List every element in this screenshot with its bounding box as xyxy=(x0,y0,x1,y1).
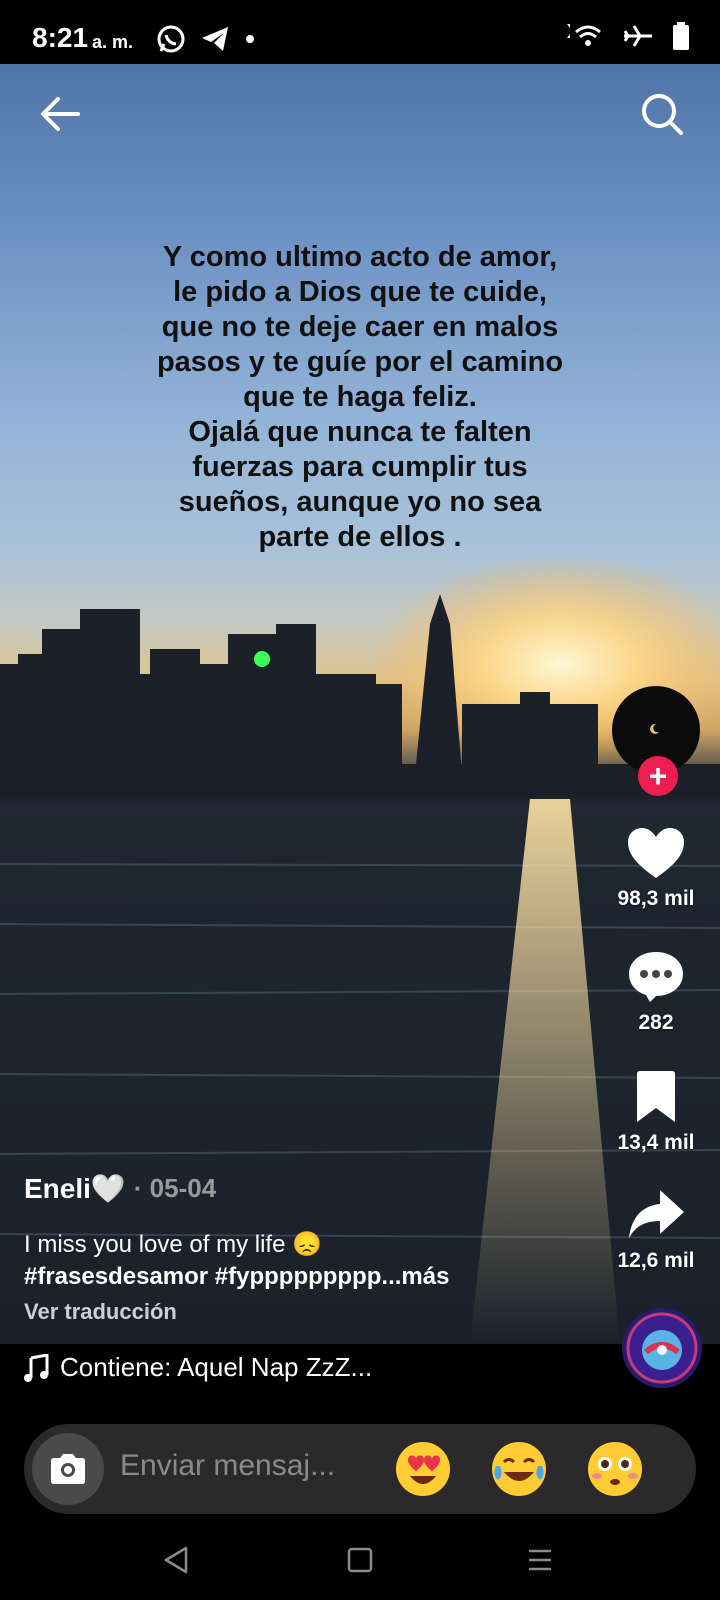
nav-back-button[interactable] xyxy=(158,1542,194,1578)
back-arrow-icon xyxy=(41,97,80,131)
overlay-paragraph-1: Y como ultimo acto de amor, le pido a Di… xyxy=(156,241,564,413)
comment-button[interactable]: 282 xyxy=(606,948,706,1035)
heart-eyes-emoji-icon[interactable] xyxy=(394,1440,452,1498)
more-notifications-dot-icon xyxy=(246,35,254,43)
save-count: 13,4 mil xyxy=(617,1131,695,1154)
flushed-emoji-icon[interactable] xyxy=(586,1440,644,1498)
telegram-icon xyxy=(202,27,228,51)
whatsapp-icon xyxy=(157,25,185,53)
caption-hashtags[interactable]: #frasesdesamor #fyppppppppp...más xyxy=(24,1261,584,1293)
video-overlay-text: Y como ultimo acto de amor, le pido a Di… xyxy=(150,240,570,555)
creator-avatar-group: + xyxy=(612,686,700,796)
overlay-paragraph-2: Ojalá que nunca te falten fuerzas para c… xyxy=(178,416,542,553)
post-date: · 05-04 xyxy=(133,1173,217,1203)
system-navigation-bar xyxy=(0,1520,720,1600)
music-disc[interactable] xyxy=(622,1308,702,1388)
music-label: Contiene: Aquel Nap ZzZ... xyxy=(60,1352,373,1382)
heart-icon xyxy=(628,828,684,878)
status-bar: 8:21 a. m. xyxy=(0,0,720,64)
caption-description: I miss you love of my life 😞 #frasesdesa… xyxy=(24,1229,584,1293)
music-disc-art-icon xyxy=(626,1312,698,1384)
tears-of-joy-emoji-icon[interactable] xyxy=(490,1440,548,1498)
search-button[interactable] xyxy=(634,86,690,142)
nav-back-triangle-icon xyxy=(164,1546,188,1574)
camera-button[interactable] xyxy=(32,1433,104,1505)
wifi-icon xyxy=(567,24,601,46)
system-icons xyxy=(564,22,690,50)
comment-bubble-icon xyxy=(629,952,683,1002)
message-bar: Enviar mensaj... xyxy=(24,1424,696,1514)
green-light xyxy=(254,651,270,667)
author-name[interactable]: Eneli🤍 xyxy=(24,1172,126,1205)
share-arrow-icon xyxy=(629,1190,684,1238)
video-caption: Eneli🤍 · 05-04 I miss you love of my lif… xyxy=(24,1172,584,1325)
music-info[interactable]: Contiene: Aquel Nap ZzZ... xyxy=(24,1352,372,1383)
status-time: 8:21 xyxy=(32,22,89,53)
notification-icons xyxy=(156,24,256,54)
nav-menu-lines-icon xyxy=(529,1549,551,1571)
nav-home-button[interactable] xyxy=(342,1542,378,1578)
like-count: 98,3 mil xyxy=(617,887,695,910)
comment-count: 282 xyxy=(638,1011,674,1034)
music-note-icon xyxy=(24,1353,49,1382)
save-button[interactable]: 13,4 mil xyxy=(606,1070,706,1155)
back-button[interactable] xyxy=(32,86,88,142)
nav-home-square-icon xyxy=(347,1547,373,1573)
top-controls xyxy=(0,64,720,164)
follow-button[interactable]: + xyxy=(638,756,678,796)
share-count: 12,6 mil xyxy=(617,1249,695,1272)
status-ampm: a. m. xyxy=(92,32,134,52)
camera-icon xyxy=(51,1454,85,1484)
translate-link[interactable]: Ver traducción xyxy=(24,1299,584,1325)
author-row: Eneli🤍 · 05-04 xyxy=(24,1172,584,1205)
like-button[interactable]: 98,3 mil xyxy=(606,826,706,911)
search-icon xyxy=(642,94,683,135)
share-button[interactable]: 12,6 mil xyxy=(606,1188,706,1273)
battery-icon xyxy=(673,22,689,50)
nav-recents-button[interactable] xyxy=(522,1542,558,1578)
airplane-mode-icon xyxy=(623,25,652,47)
caption-text: I miss you love of my life 😞 xyxy=(24,1231,322,1258)
bookmark-icon xyxy=(637,1071,675,1122)
message-input[interactable]: Enviar mensaj... xyxy=(120,1449,335,1483)
